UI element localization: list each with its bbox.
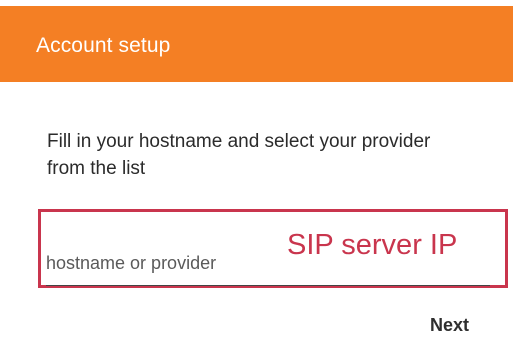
sip-server-ip-annotation: SIP server IP xyxy=(287,229,458,261)
page-title: Account setup xyxy=(36,34,171,57)
next-button[interactable]: Next xyxy=(430,315,469,335)
account-setup-screen: Account setup Fill in your hostname and … xyxy=(0,0,513,342)
instructions-text: Fill in your hostname and select your pr… xyxy=(47,131,431,179)
app-bar: Account setup xyxy=(0,6,513,82)
